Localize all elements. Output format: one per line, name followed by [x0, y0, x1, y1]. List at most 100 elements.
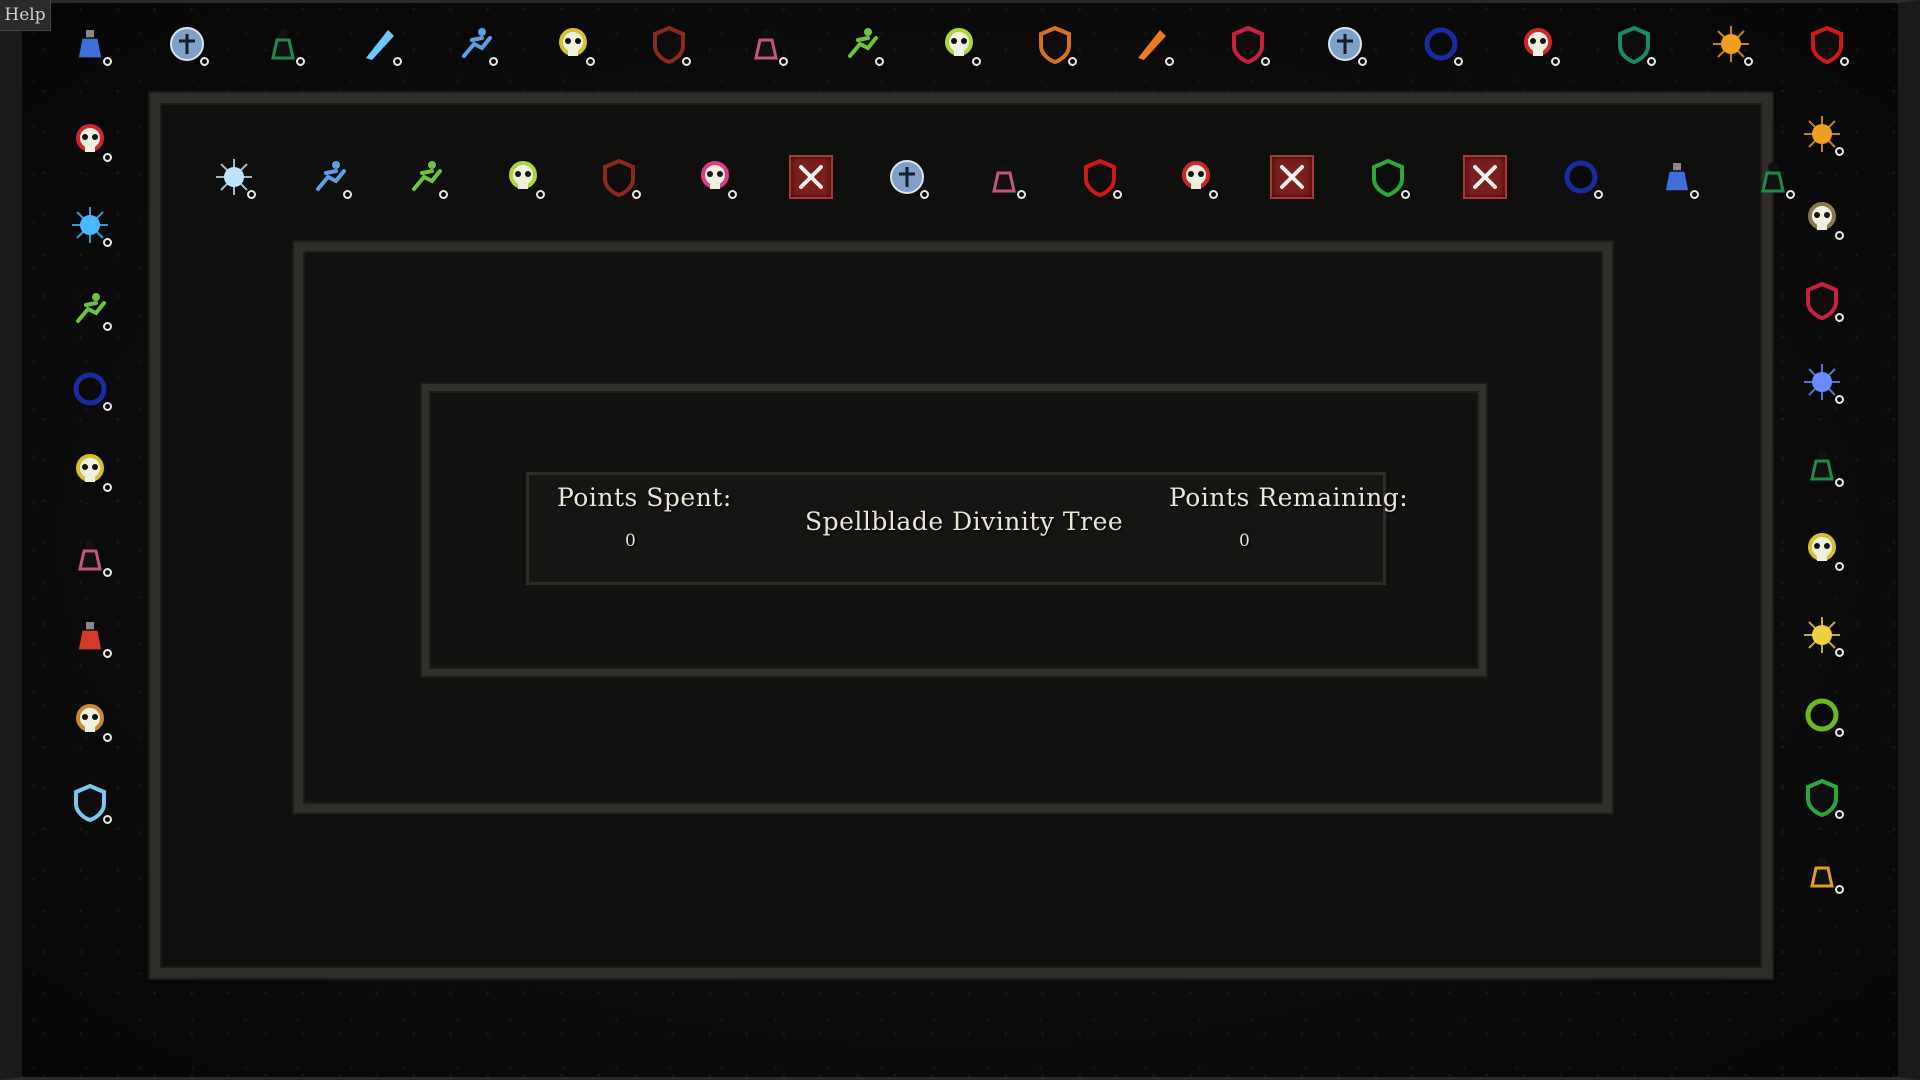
skill-node-54[interactable] — [1751, 155, 1796, 199]
skill-node-6[interactable] — [647, 22, 691, 66]
skill-node-7[interactable] — [744, 22, 788, 66]
node-rank-indicator — [1840, 57, 1849, 66]
skill-node-20[interactable] — [68, 203, 112, 247]
node-rank-indicator — [1743, 57, 1753, 66]
skill-node-34[interactable] — [1800, 613, 1844, 657]
skill-node-13[interactable] — [1323, 22, 1367, 66]
skill-node-27[interactable] — [68, 780, 112, 824]
skill-node-12[interactable] — [1226, 22, 1270, 66]
points-spent-value: 0 — [625, 531, 636, 551]
skill-node-48[interactable] — [1174, 155, 1218, 199]
skill-node-53[interactable] — [1655, 155, 1699, 199]
skill-node-3[interactable] — [358, 22, 402, 66]
skill-node-28[interactable] — [1800, 112, 1844, 156]
node-rank-indicator — [778, 57, 788, 66]
skill-node-37[interactable] — [1800, 850, 1844, 894]
skill-node-26[interactable] — [68, 698, 112, 742]
node-rank-indicator — [103, 733, 112, 742]
points-spent-label: Points Spent: — [557, 483, 732, 512]
skill-node-42[interactable] — [597, 155, 641, 199]
tree-title: Spellblade Divinity Tree — [805, 507, 1124, 536]
skill-node-39[interactable] — [308, 155, 353, 199]
skill-node-25[interactable] — [68, 614, 112, 658]
node-rank-indicator — [1835, 395, 1844, 404]
skill-node-18[interactable] — [1805, 22, 1849, 66]
skill-node-32[interactable] — [1800, 443, 1844, 487]
skill-node-38[interactable] — [212, 155, 256, 199]
node-rank-indicator — [535, 190, 545, 199]
node-rank-indicator — [1835, 885, 1844, 894]
locked-icon — [1280, 165, 1305, 189]
skill-node-5[interactable] — [551, 22, 595, 66]
skill-node-10[interactable] — [1033, 22, 1077, 66]
points-panel: Points Spent: 0 Spellblade Divinity Tree… — [526, 472, 1408, 585]
skill-node-49[interactable] — [1270, 155, 1315, 199]
node-rank-indicator — [103, 402, 112, 411]
node-rank-indicator — [1112, 190, 1122, 199]
points-remaining-value: 0 — [1239, 531, 1250, 551]
node-rank-indicator — [1835, 231, 1844, 240]
node-rank-indicator — [1835, 728, 1844, 737]
locked-icon — [799, 165, 824, 189]
node-rank-indicator — [103, 649, 112, 658]
skill-node-40[interactable] — [404, 155, 449, 199]
skill-node-11[interactable] — [1130, 22, 1174, 66]
node-rank-indicator — [296, 57, 305, 66]
skill-node-2[interactable] — [261, 22, 305, 66]
node-rank-indicator — [247, 190, 256, 199]
skill-tree-screen: Points Spent: 0 Spellblade Divinity Tree… — [0, 0, 1920, 1080]
skill-node-1[interactable] — [165, 22, 209, 66]
skill-node-35[interactable] — [1800, 693, 1844, 737]
skill-node-44[interactable] — [789, 155, 834, 199]
skill-node-16[interactable] — [1612, 22, 1656, 66]
node-rank-indicator — [1690, 190, 1699, 199]
skill-node-45[interactable] — [885, 155, 930, 199]
skill-node-29[interactable] — [1800, 196, 1844, 240]
node-rank-indicator — [1357, 57, 1367, 66]
node-rank-indicator — [1835, 478, 1844, 487]
node-rank-indicator — [1550, 57, 1560, 66]
skill-node-21[interactable] — [68, 287, 112, 331]
node-rank-indicator — [1835, 562, 1844, 571]
node-rank-indicator — [1209, 190, 1218, 199]
skill-node-8[interactable] — [840, 22, 884, 66]
skill-node-47[interactable] — [1078, 155, 1122, 199]
node-rank-indicator — [1835, 648, 1844, 657]
skill-node-43[interactable] — [693, 155, 737, 199]
node-rank-indicator — [1454, 57, 1463, 66]
node-rank-indicator — [585, 57, 595, 66]
node-rank-indicator — [1016, 190, 1026, 199]
skill-node-15[interactable] — [1516, 22, 1560, 66]
skill-node-52[interactable] — [1559, 155, 1603, 199]
skill-node-30[interactable] — [1800, 278, 1844, 322]
help-button[interactable]: Help — [0, 0, 51, 31]
node-rank-indicator — [103, 153, 112, 162]
skill-node-31[interactable] — [1800, 360, 1844, 404]
node-rank-indicator — [103, 322, 112, 331]
skill-node-36[interactable] — [1800, 775, 1844, 819]
skill-node-14[interactable] — [1419, 22, 1463, 66]
skill-node-9[interactable] — [937, 22, 981, 66]
skill-node-4[interactable] — [454, 22, 498, 66]
node-rank-indicator — [1068, 57, 1077, 66]
node-rank-indicator — [103, 238, 112, 247]
skill-node-19[interactable] — [68, 118, 112, 162]
points-remaining-label: Points Remaining: — [1169, 483, 1409, 512]
node-rank-indicator — [1261, 57, 1270, 66]
skill-node-51[interactable] — [1462, 155, 1507, 199]
skill-node-0[interactable] — [68, 22, 112, 66]
skill-node-23[interactable] — [68, 448, 112, 492]
skill-node-17[interactable] — [1709, 22, 1753, 66]
node-rank-indicator — [1647, 57, 1656, 66]
skill-node-22[interactable] — [68, 367, 112, 411]
node-rank-indicator — [103, 483, 112, 492]
skill-node-46[interactable] — [982, 155, 1026, 199]
skill-node-50[interactable] — [1366, 155, 1411, 199]
skill-node-24[interactable] — [68, 533, 112, 577]
node-rank-indicator — [199, 57, 209, 66]
node-rank-indicator — [875, 57, 884, 66]
skill-node-33[interactable] — [1800, 527, 1844, 571]
node-rank-indicator — [489, 57, 498, 66]
locked-icon — [1472, 165, 1497, 189]
skill-node-41[interactable] — [501, 155, 545, 199]
